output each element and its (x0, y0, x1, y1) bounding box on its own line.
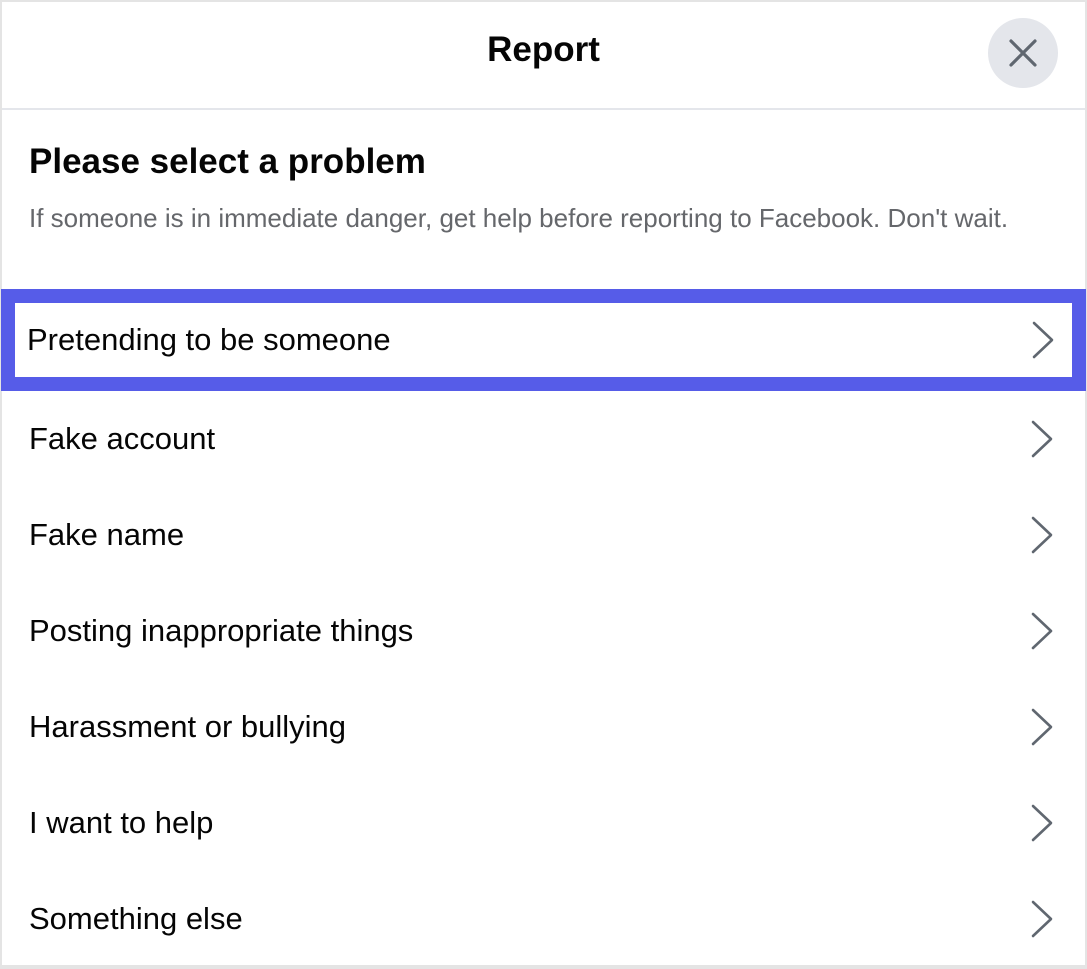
problem-list: Pretending to be someone Fake account Fa… (1, 289, 1086, 967)
dialog-title: Report (487, 30, 600, 69)
option-label: I want to help (29, 805, 214, 840)
chevron-right-icon (1031, 516, 1053, 554)
option-label: Posting inappropriate things (29, 613, 414, 648)
option-something-else[interactable]: Something else (2, 871, 1085, 967)
report-dialog: Report Please select a problem If someon… (1, 2, 1086, 967)
option-label: Fake account (29, 421, 216, 456)
chevron-right-icon (1031, 420, 1053, 458)
option-i-want-to-help[interactable]: I want to help (2, 775, 1085, 871)
chevron-right-icon (1031, 708, 1053, 746)
intro-section: Please select a problem If someone is in… (2, 110, 1085, 238)
option-label: Fake name (29, 517, 185, 552)
chevron-right-icon (1031, 804, 1053, 842)
option-label: Something else (29, 901, 243, 936)
option-pretending-to-be-someone[interactable]: Pretending to be someone (1, 289, 1086, 391)
option-label: Pretending to be someone (27, 322, 391, 357)
dialog-header: Report (2, 2, 1085, 110)
chevron-right-icon (1031, 612, 1053, 650)
option-harassment-or-bullying[interactable]: Harassment or bullying (2, 679, 1085, 775)
option-fake-name[interactable]: Fake name (2, 487, 1085, 583)
option-label: Harassment or bullying (29, 709, 347, 744)
option-fake-account[interactable]: Fake account (2, 391, 1085, 487)
section-heading: Please select a problem (29, 142, 426, 181)
option-posting-inappropriate-things[interactable]: Posting inappropriate things (2, 583, 1085, 679)
danger-notice: If someone is in immediate danger, get h… (29, 203, 1009, 233)
close-icon (1009, 39, 1037, 67)
close-button[interactable] (988, 18, 1058, 88)
chevron-right-icon (1031, 900, 1053, 938)
chevron-right-icon (1032, 321, 1054, 359)
